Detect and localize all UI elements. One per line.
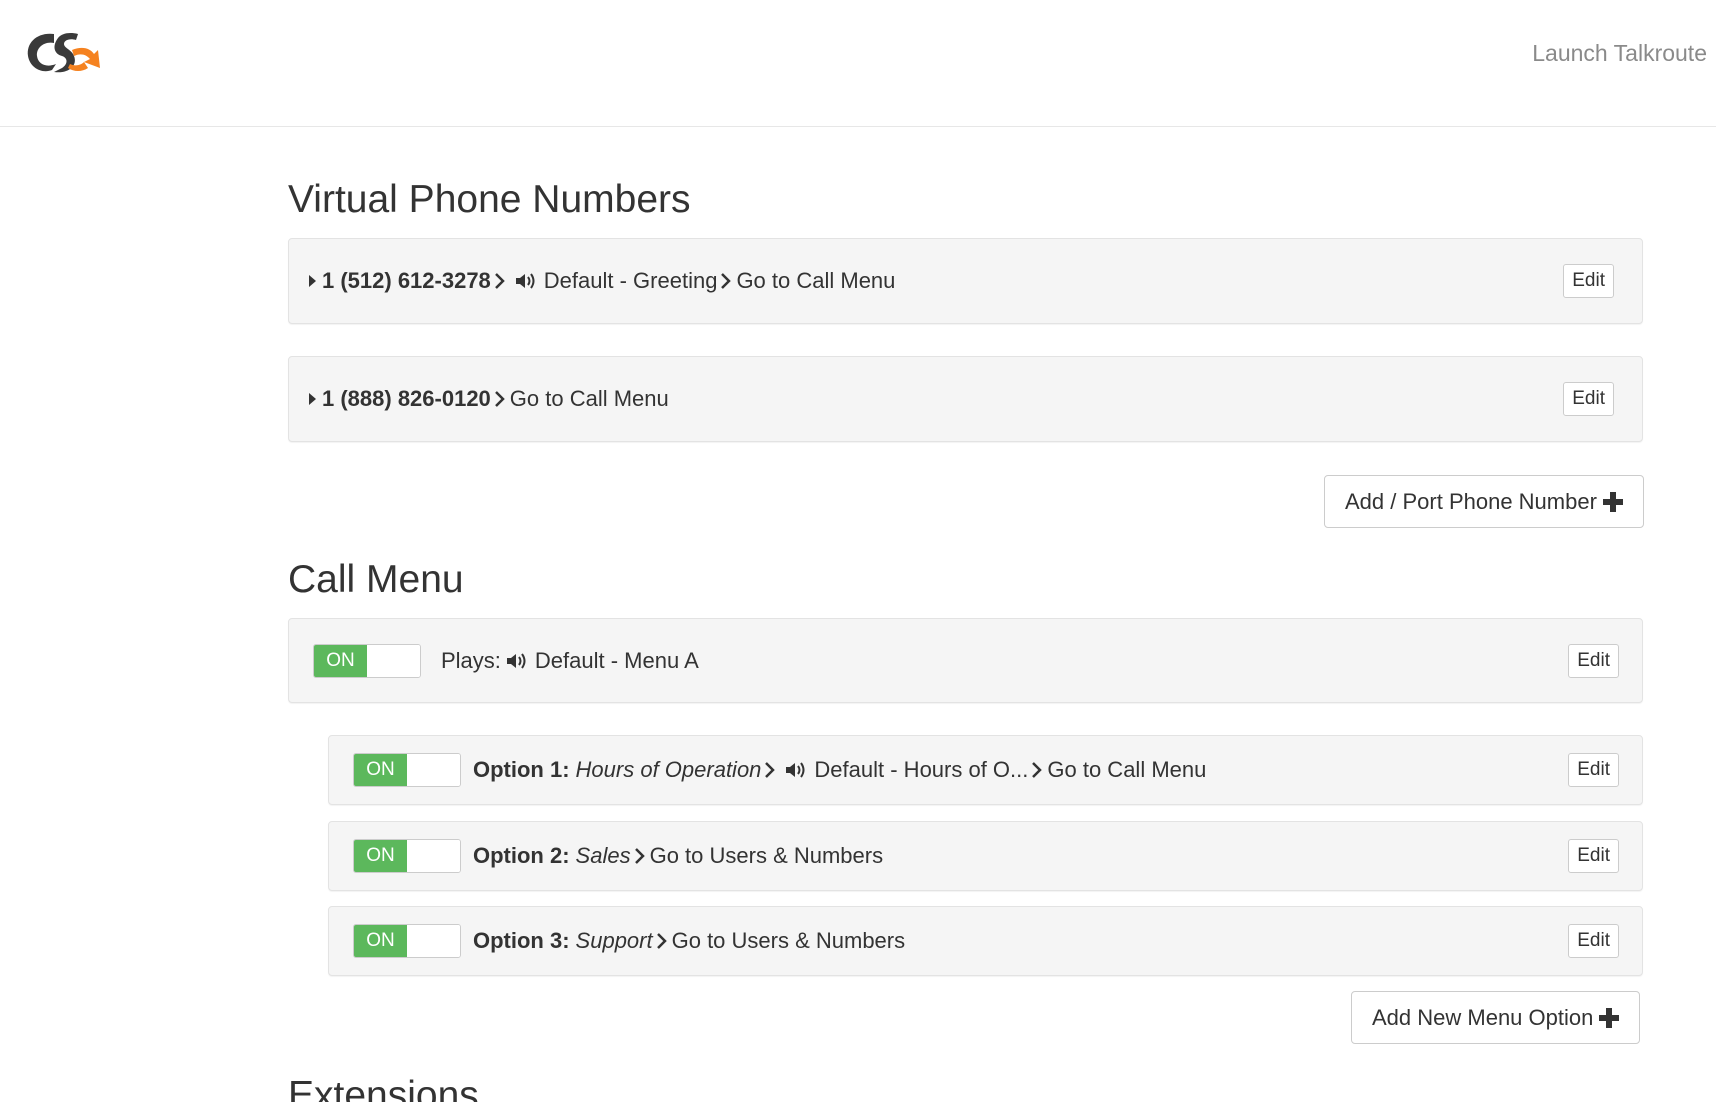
extensions-title: Extensions xyxy=(288,1074,479,1102)
plays-label: Plays: xyxy=(441,647,501,673)
chevron-right-icon xyxy=(656,933,667,949)
option-toggle[interactable]: ON xyxy=(353,753,461,787)
toggle-on-label: ON xyxy=(354,754,407,786)
greeting-audio: Default - Greeting xyxy=(543,268,718,293)
option-name: Hours of Operation xyxy=(575,757,762,782)
call-menu-main-row[interactable]: ON Plays: Default - Menu A Edit xyxy=(288,618,1643,703)
talkroute-logo[interactable] xyxy=(24,28,104,80)
destination: Go to Call Menu xyxy=(736,268,896,293)
chevron-right-icon xyxy=(634,848,645,864)
menu-option-row[interactable]: ON Option 1: Hours of Operation Default … xyxy=(328,735,1643,805)
menu-audio: Default - Menu A xyxy=(534,647,699,673)
add-new-menu-option-button[interactable]: Add New Menu Option xyxy=(1351,991,1641,1044)
toggle-off-area xyxy=(407,754,460,786)
toggle-on-label: ON xyxy=(314,644,367,677)
option-destination: Go to Call Menu xyxy=(1047,757,1207,782)
option-name: Sales xyxy=(575,843,631,868)
option-label: Option 1: xyxy=(473,757,570,782)
toggle-on-label: ON xyxy=(354,925,407,957)
virtual-phone-numbers-title: Virtual Phone Numbers xyxy=(288,178,691,221)
add-port-phone-number-button[interactable]: Add / Port Phone Number xyxy=(1324,475,1644,528)
speaker-icon xyxy=(515,273,535,289)
speaker-icon xyxy=(786,762,805,778)
edit-button[interactable]: Edit xyxy=(1568,753,1619,787)
phone-number: 1 (888) 826-0120 xyxy=(322,386,491,411)
chevron-right-icon xyxy=(494,273,505,289)
add-menu-option-label: Add New Menu Option xyxy=(1372,1004,1594,1030)
toggle-off-area xyxy=(407,840,460,872)
expand-caret-icon[interactable] xyxy=(309,393,316,405)
chevron-right-icon xyxy=(1032,762,1043,778)
edit-button[interactable]: Edit xyxy=(1568,924,1619,958)
chevron-right-icon xyxy=(765,762,776,778)
destination: Go to Call Menu xyxy=(509,386,669,411)
plus-icon xyxy=(1599,1007,1620,1028)
option-destination: Go to Users & Numbers xyxy=(671,928,906,953)
phone-number-row[interactable]: 1 (512) 612-3278 Default - Greeting Go t… xyxy=(288,238,1643,324)
menu-option-row[interactable]: ON Option 2: Sales Go to Users & Numbers… xyxy=(328,821,1643,891)
option-name: Support xyxy=(575,928,653,953)
toggle-off-area xyxy=(407,925,460,957)
call-menu-toggle[interactable]: ON xyxy=(313,643,421,678)
menu-option-row[interactable]: ON Option 3: Support Go to Users & Numbe… xyxy=(328,906,1643,976)
launch-talkroute-link[interactable]: Launch Talkroute xyxy=(1532,40,1707,67)
option-toggle[interactable]: ON xyxy=(353,924,461,958)
edit-button[interactable]: Edit xyxy=(1563,382,1614,416)
toggle-off-area xyxy=(367,644,420,677)
option-audio: Default - Hours of O... xyxy=(814,757,1029,782)
edit-button[interactable]: Edit xyxy=(1568,643,1619,678)
chevron-right-icon xyxy=(494,391,505,407)
edit-button[interactable]: Edit xyxy=(1563,264,1614,298)
add-port-label: Add / Port Phone Number xyxy=(1345,488,1597,514)
option-destination: Go to Users & Numbers xyxy=(649,843,884,868)
speaker-icon xyxy=(506,652,526,669)
option-label: Option 2: xyxy=(473,843,570,868)
toggle-on-label: ON xyxy=(354,840,407,872)
option-toggle[interactable]: ON xyxy=(353,839,461,873)
chevron-right-icon xyxy=(721,273,732,289)
phone-number: 1 (512) 612-3278 xyxy=(322,268,491,293)
edit-button[interactable]: Edit xyxy=(1568,839,1619,873)
plus-icon xyxy=(1602,491,1623,512)
expand-caret-icon[interactable] xyxy=(309,275,316,287)
top-navbar: Launch Talkroute xyxy=(0,0,1716,127)
phone-number-row[interactable]: 1 (888) 826-0120 Go to Call Menu Edit xyxy=(288,356,1643,442)
call-menu-title: Call Menu xyxy=(288,558,464,601)
option-label: Option 3: xyxy=(473,928,570,953)
